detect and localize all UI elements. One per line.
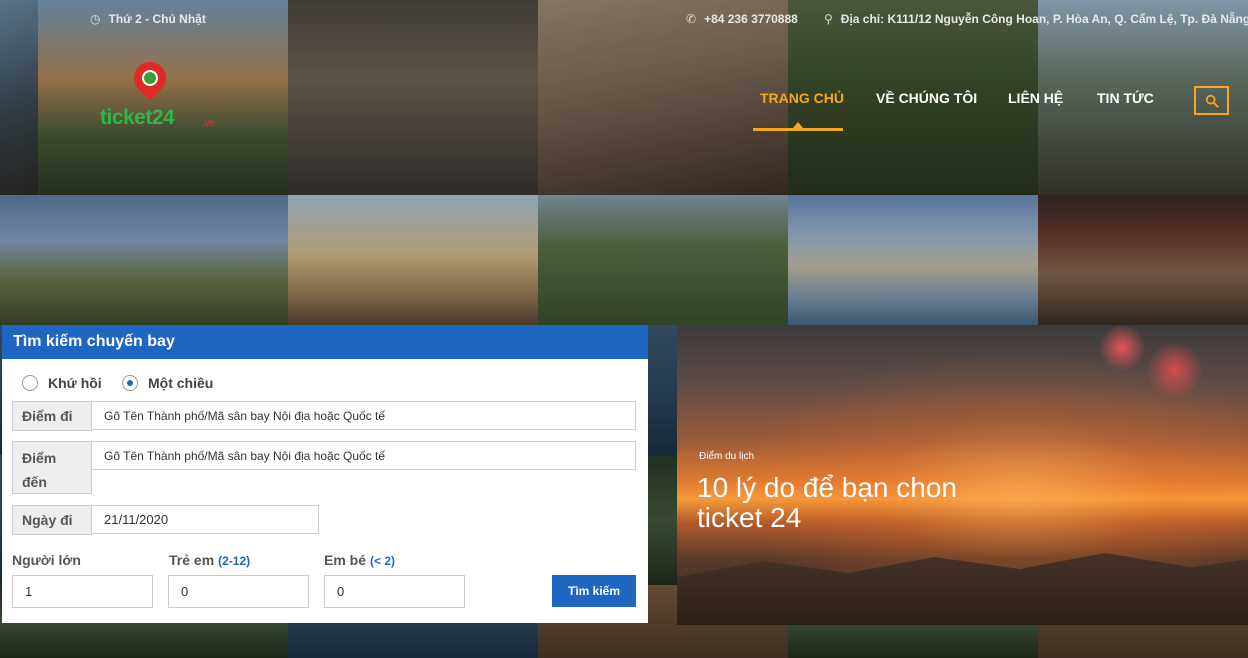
promo-card[interactable]: Điểm du lịch 10 lý do để bạn chon ticket… — [677, 325, 1248, 625]
map-marker-icon: ⚲ — [824, 12, 833, 26]
trip-type-oneway[interactable]: Một chiều — [122, 375, 213, 391]
bg-tile — [0, 195, 38, 325]
infants-input[interactable]: 0 — [324, 575, 465, 608]
promo-category[interactable]: Điểm du lịch — [699, 451, 754, 462]
date-input[interactable]: 21/11/2020 — [91, 505, 319, 534]
search-flights-button[interactable]: Tìm kiếm — [552, 575, 636, 607]
bg-tile — [288, 195, 538, 325]
bg-tile — [0, 0, 38, 195]
from-label: Điểm đi — [12, 401, 92, 431]
flight-search-title: Tìm kiếm chuyến bay — [2, 325, 648, 359]
infants-label-text: Em bé — [324, 552, 367, 568]
nav-item-contact[interactable]: LIÊN HỆ — [1008, 90, 1063, 106]
bg-tile — [1038, 195, 1248, 325]
radio-one-way-label: Một chiều — [148, 375, 214, 391]
promo-title[interactable]: 10 lý do để bạn chon ticket 24 — [697, 473, 1017, 533]
infants-range: (< 2) — [370, 554, 396, 568]
opening-days-text: Thứ 2 - Chủ Nhật — [108, 12, 206, 26]
bg-tile — [538, 0, 788, 195]
logo-suffix: .vn — [202, 118, 216, 128]
logo-text: ticket24 — [100, 106, 175, 129]
nav-active-underline — [753, 128, 843, 131]
from-input[interactable]: Gõ Tên Thành phố/Mã sân bay Nội địa hoặc… — [91, 401, 636, 430]
phone-text[interactable]: +84 236 3770888 — [704, 12, 798, 26]
to-label: Điểm đến — [12, 441, 92, 494]
phone-info[interactable]: ✆ +84 236 3770888 — [686, 12, 798, 26]
children-label-text: Trẻ em — [169, 552, 215, 568]
infants-label: Em bé (< 2) — [324, 552, 395, 568]
adults-label-text: Người lớn — [12, 552, 81, 568]
radio-round-trip[interactable] — [22, 375, 38, 391]
lens-flare — [1147, 340, 1202, 400]
nav-item-news[interactable]: TIN TỨC — [1097, 90, 1154, 106]
nav-item-home[interactable]: TRANG CHỦ — [760, 90, 844, 106]
bg-tile — [38, 195, 288, 325]
to-input[interactable]: Gõ Tên Thành phố/Mã sân bay Nội địa hoặc… — [91, 441, 636, 470]
address-text: Địa chỉ: K111/12 Nguyễn Công Hoan, P. Hò… — [840, 12, 1248, 26]
trip-type-round[interactable]: Khứ hồi — [22, 375, 102, 391]
phone-icon: ✆ — [686, 12, 697, 26]
children-label: Trẻ em (2-12) — [169, 552, 250, 568]
adults-input[interactable]: 1 — [12, 575, 153, 608]
lens-flare — [1097, 325, 1147, 370]
bg-tile — [538, 195, 788, 325]
clock-icon: ◷ — [90, 12, 101, 26]
logo-pin-icon — [127, 55, 173, 101]
promo-landscape — [677, 553, 1248, 625]
adults-label: Người lớn — [12, 552, 81, 568]
bg-tile — [288, 0, 538, 195]
children-input[interactable]: 0 — [168, 575, 309, 608]
search-icon — [1205, 94, 1219, 108]
opening-days: ◷ Thứ 2 - Chủ Nhật — [90, 12, 206, 26]
children-range: (2-12) — [218, 554, 251, 568]
address-info: ⚲ Địa chỉ: K111/12 Nguyễn Công Hoan, P. H… — [824, 12, 1248, 26]
search-button[interactable] — [1194, 86, 1229, 115]
flight-search-panel: Tìm kiếm chuyến bay Khứ hồi Một chiều Đi… — [2, 325, 648, 623]
site-logo[interactable]: ticket24 .vn — [100, 55, 220, 132]
date-label: Ngày đi — [12, 505, 92, 535]
nav-item-about[interactable]: VỀ CHÚNG TÔI — [876, 90, 977, 106]
bg-tile — [788, 195, 1038, 325]
radio-one-way[interactable] — [122, 375, 138, 391]
radio-round-trip-label: Khứ hồi — [48, 375, 102, 391]
